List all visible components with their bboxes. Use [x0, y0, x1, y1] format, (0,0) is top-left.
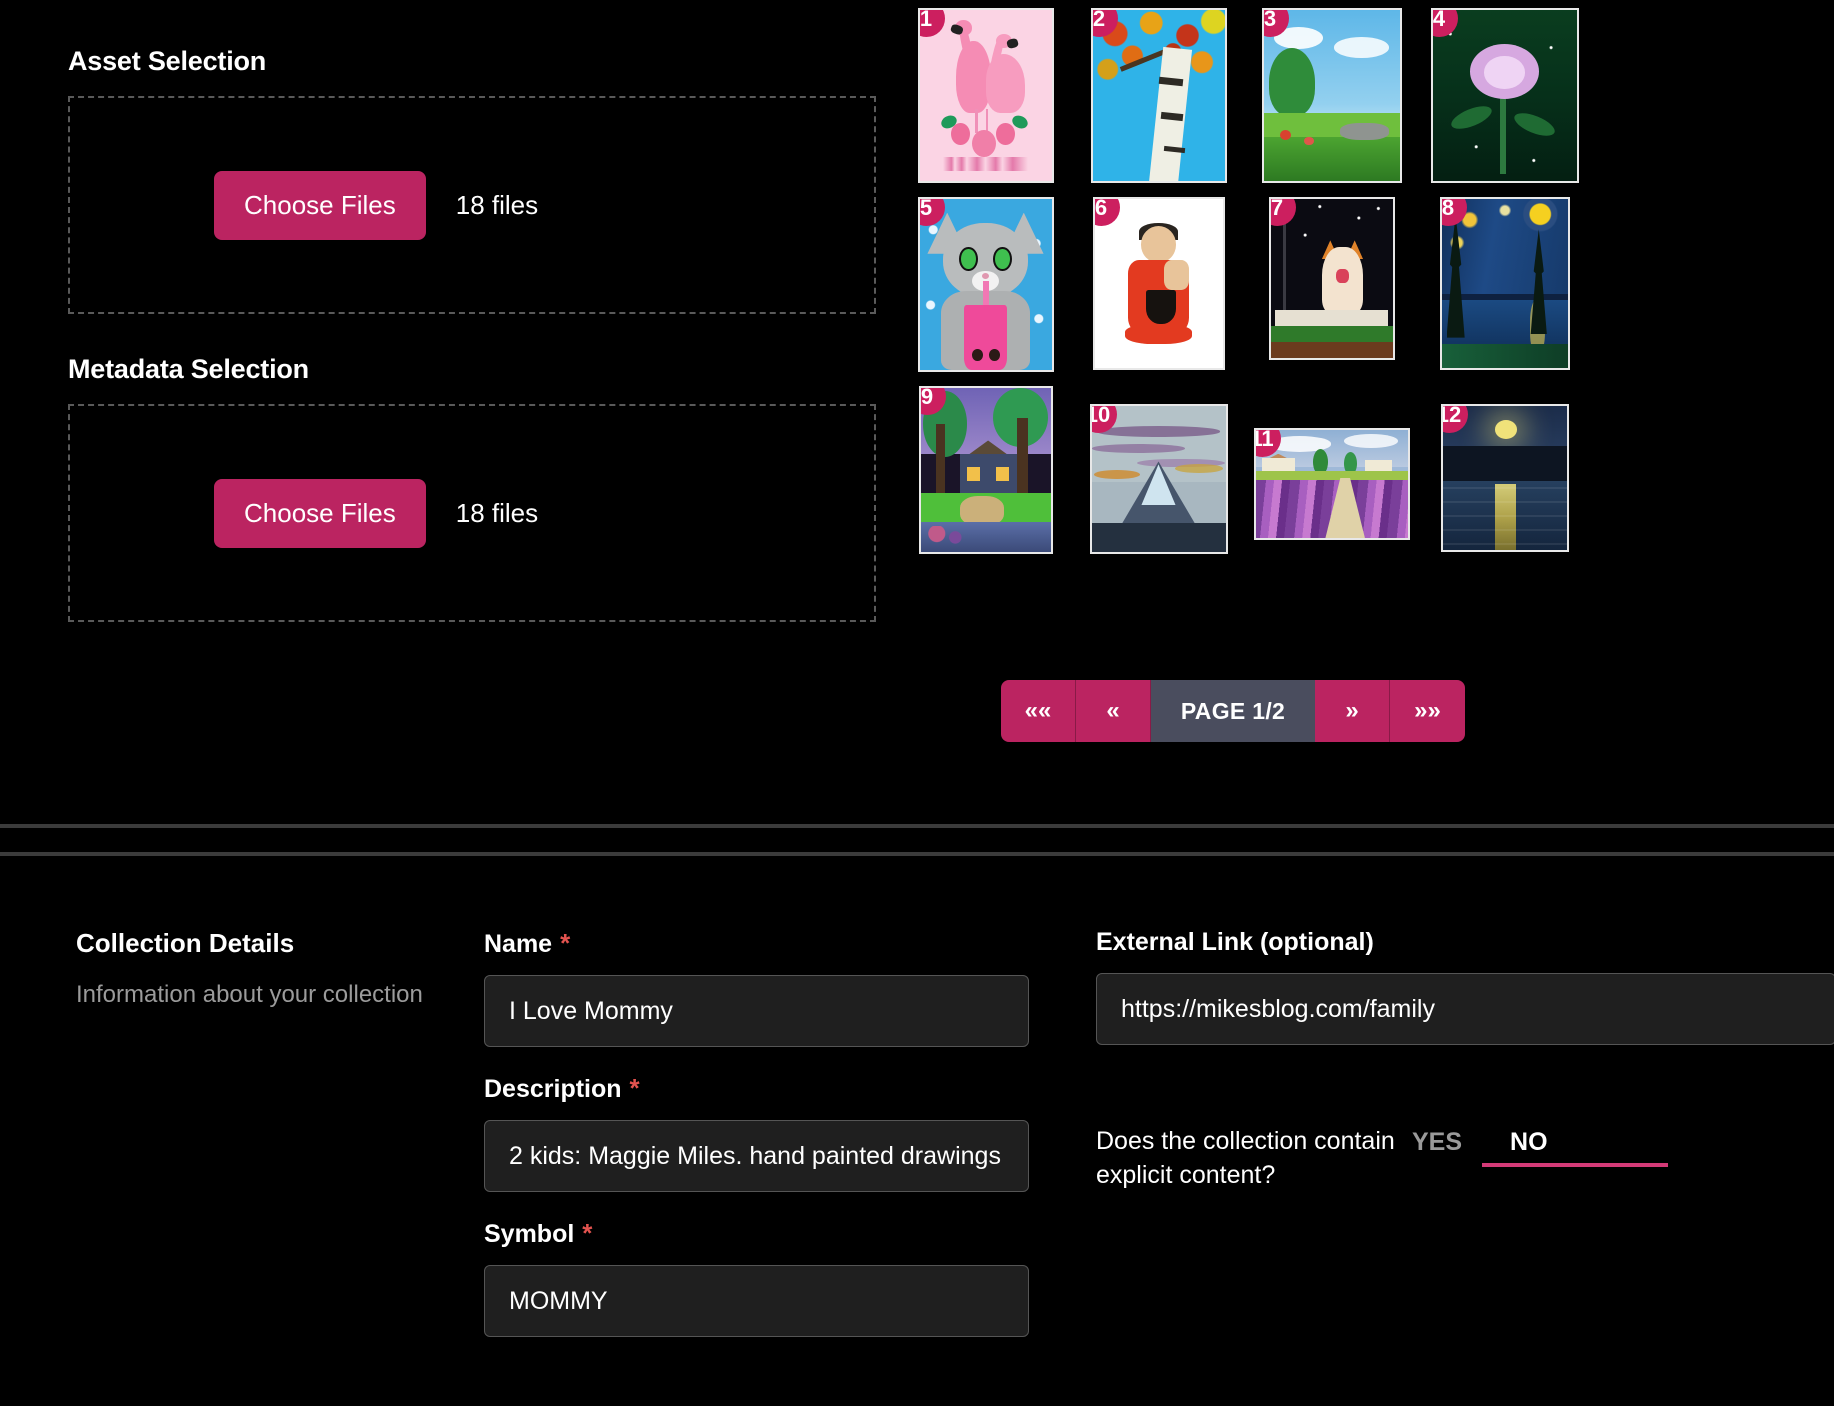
explicit-yes-option[interactable]: YES	[1412, 1128, 1462, 1167]
metadata-choose-files-button[interactable]: Choose Files	[214, 479, 426, 548]
thumbnail-item[interactable]: 3	[1246, 8, 1417, 193]
thumbnail-image	[1092, 406, 1226, 552]
description-input[interactable]	[484, 1120, 1029, 1192]
name-label: Name *	[484, 928, 1029, 959]
thumbnail-image	[920, 199, 1052, 370]
thumbnail-image	[1442, 199, 1568, 368]
thumbnail-item[interactable]: 7	[1246, 197, 1417, 382]
external-link-field-block: External Link (optional)	[1096, 928, 1834, 1045]
description-label-text: Description	[484, 1075, 622, 1104]
collection-details-subtitle: Information about your collection	[76, 981, 476, 1009]
thumbnail-image	[920, 10, 1052, 181]
collection-details-title: Collection Details	[76, 928, 476, 959]
name-label-text: Name	[484, 930, 552, 959]
asset-dropzone[interactable]: Choose Files 18 files	[68, 96, 876, 314]
thumbnail-item[interactable]: 6	[1073, 197, 1244, 382]
explicit-content-toggle: YES NO	[1412, 1124, 1548, 1167]
external-link-input[interactable]	[1096, 973, 1834, 1045]
collection-details-heading-block: Collection Details Information about you…	[76, 928, 476, 1009]
asset-choose-files-button[interactable]: Choose Files	[214, 171, 426, 240]
symbol-label: Symbol *	[484, 1218, 1029, 1249]
description-label: Description *	[484, 1073, 1029, 1104]
external-link-label: External Link (optional)	[1096, 928, 1834, 957]
thumbnail-image	[1093, 10, 1225, 181]
symbol-field-block: Symbol *	[484, 1218, 1029, 1337]
asset-selection-title: Asset Selection	[68, 46, 266, 77]
thumbnail-item[interactable]: 9	[900, 386, 1071, 571]
metadata-file-count: 18 files	[456, 498, 538, 529]
asset-file-count: 18 files	[456, 190, 538, 221]
description-field-block: Description *	[484, 1073, 1029, 1192]
symbol-label-text: Symbol	[484, 1220, 574, 1249]
thumbnail-image	[1433, 10, 1577, 181]
section-divider-top	[0, 824, 1834, 828]
name-required-asterisk: *	[560, 928, 570, 959]
metadata-selection-title: Metadata Selection	[68, 354, 309, 385]
name-input[interactable]	[484, 975, 1029, 1047]
thumbnail-item[interactable]: 8	[1419, 197, 1590, 382]
pagination-next-button[interactable]: »	[1315, 680, 1390, 742]
explicit-content-row: Does the collection contain explicit con…	[1096, 1124, 1834, 1192]
pagination-prev-button[interactable]: «	[1076, 680, 1151, 742]
asset-thumbnail-grid: 1 2	[900, 8, 1600, 571]
explicit-no-option[interactable]: NO	[1510, 1128, 1548, 1167]
pagination-page-label: PAGE 1/2	[1151, 680, 1315, 742]
thumbnail-item[interactable]: 4	[1419, 8, 1590, 193]
thumbnail-image	[1095, 199, 1223, 368]
thumbnail-item[interactable]: 10	[1073, 386, 1244, 571]
external-link-label-text: External Link (optional)	[1096, 928, 1374, 957]
symbol-input[interactable]	[484, 1265, 1029, 1337]
explicit-content-question: Does the collection contain explicit con…	[1096, 1124, 1396, 1192]
thumbnail-item[interactable]: 2	[1073, 8, 1244, 193]
thumbnail-image	[1264, 10, 1400, 181]
asset-dropzone-inner: Choose Files 18 files	[70, 171, 538, 240]
thumbnail-image	[1271, 199, 1393, 358]
collection-form-right: External Link (optional)	[1096, 928, 1834, 1071]
pagination-first-button[interactable]: ««	[1001, 680, 1076, 742]
collection-form-left: Name * Description * Symbol *	[484, 928, 1029, 1363]
thumbnail-item[interactable]: 12	[1419, 386, 1590, 571]
upload-section: Asset Selection Choose Files 18 files Me…	[0, 0, 1834, 825]
collection-details-section: Collection Details Information about you…	[0, 856, 1834, 1406]
nft-collection-creator-page: Asset Selection Choose Files 18 files Me…	[0, 0, 1834, 1406]
thumbnail-pagination: «« « PAGE 1/2 » »»	[1001, 680, 1465, 742]
symbol-required-asterisk: *	[582, 1218, 592, 1249]
name-field-block: Name *	[484, 928, 1029, 1047]
thumbnail-item[interactable]: 5	[900, 197, 1071, 382]
thumbnail-item[interactable]: 11	[1246, 386, 1417, 571]
metadata-dropzone-inner: Choose Files 18 files	[70, 479, 538, 548]
metadata-dropzone[interactable]: Choose Files 18 files	[68, 404, 876, 622]
upload-left-column: Asset Selection Choose Files 18 files Me…	[0, 0, 890, 825]
thumbnail-image	[921, 388, 1051, 552]
pagination-last-button[interactable]: »»	[1390, 680, 1465, 742]
thumbnail-item[interactable]: 1	[900, 8, 1071, 193]
description-required-asterisk: *	[630, 1073, 640, 1104]
